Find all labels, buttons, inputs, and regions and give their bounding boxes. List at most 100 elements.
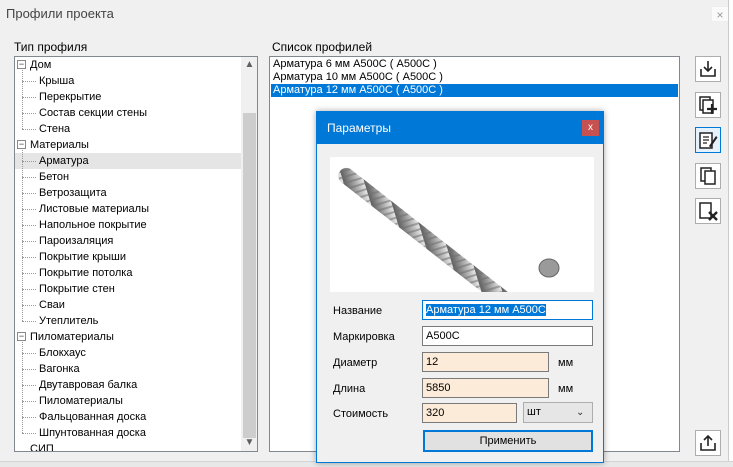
edit-profile-button[interactable] bbox=[695, 127, 721, 153]
tree-connector bbox=[22, 342, 23, 433]
delete-profile-icon bbox=[699, 202, 718, 221]
dialog-close-button[interactable]: x bbox=[582, 120, 599, 136]
tree-item-label: Утеплитель bbox=[39, 315, 99, 327]
tree-item-label: Покрытие потолка bbox=[39, 267, 133, 279]
cost-label: Стоимость bbox=[333, 408, 389, 420]
project-profiles-window: Профили проекта × Тип профиля Список про… bbox=[0, 0, 733, 467]
tree-item[interactable]: Состав секции стены bbox=[15, 105, 241, 121]
tree-item[interactable]: Листовые материалы bbox=[15, 201, 241, 217]
tree-item[interactable]: Двутавровая балка bbox=[15, 377, 241, 393]
tree-item[interactable]: Пароизаляция bbox=[15, 233, 241, 249]
add-profile-button[interactable] bbox=[695, 92, 721, 118]
right-panel-edge bbox=[728, 0, 733, 467]
tree-item-label: Вагонка bbox=[39, 363, 80, 375]
cost-unit-select[interactable]: шт ⌄ bbox=[523, 402, 593, 423]
collapse-icon[interactable]: − bbox=[17, 140, 26, 149]
tree-item[interactable]: Покрытие потолка bbox=[15, 265, 241, 281]
tree-item[interactable]: Покрытие стен bbox=[15, 281, 241, 297]
profile-type-tree[interactable]: ▲ ▼ − Дом Крыша Перекрытие Состав секции сте… bbox=[14, 56, 258, 452]
tree-item[interactable]: Покрытие крыши bbox=[15, 249, 241, 265]
tree-connector bbox=[22, 321, 36, 322]
tree-group[interactable]: − Материалы bbox=[15, 137, 241, 153]
length-field[interactable]: 5850 bbox=[422, 378, 549, 398]
scroll-thumb[interactable] bbox=[243, 113, 256, 438]
tree-item[interactable]: Перекрытие bbox=[15, 89, 241, 105]
import-button[interactable] bbox=[695, 56, 721, 82]
tree-item[interactable]: Шпунтованная доска bbox=[15, 425, 241, 441]
tree-item[interactable]: Напольное покрытие bbox=[15, 217, 241, 233]
tree-item[interactable]: Фальцованная доска bbox=[15, 409, 241, 425]
length-unit: мм bbox=[558, 383, 574, 395]
tree-item[interactable]: Вагонка bbox=[15, 361, 241, 377]
name-field[interactable]: Арматура 12 мм А500С bbox=[422, 300, 593, 320]
add-profile-icon bbox=[699, 96, 717, 114]
tree-item-label: Крыша bbox=[39, 75, 75, 87]
tree-item[interactable]: Крыша bbox=[15, 73, 241, 89]
scroll-up-icon[interactable]: ▲ bbox=[241, 57, 257, 73]
dialog-titlebar[interactable]: Параметры x bbox=[317, 112, 603, 144]
tree-connector bbox=[22, 70, 23, 129]
export-icon bbox=[700, 434, 716, 451]
tree-connector bbox=[22, 177, 36, 178]
window-close-button[interactable]: × bbox=[711, 6, 729, 22]
tree-item-label: Перекрытие bbox=[39, 91, 102, 103]
profile-list-item[interactable]: Арматура 6 мм А500С ( А500С ) bbox=[271, 58, 678, 71]
marking-field[interactable]: А500С bbox=[422, 326, 593, 346]
tree-item[interactable]: Блокхаус bbox=[15, 345, 241, 361]
tree-connector bbox=[22, 369, 36, 370]
tree-scrollbar[interactable]: ▲ ▼ bbox=[241, 57, 257, 451]
profile-list-label: Список профилей bbox=[272, 40, 373, 54]
tree-item[interactable]: Стена bbox=[15, 121, 241, 137]
import-icon bbox=[700, 61, 716, 77]
tree-group[interactable]: СИП bbox=[15, 441, 241, 451]
copy-profile-icon bbox=[700, 167, 716, 185]
collapse-icon[interactable]: − bbox=[17, 60, 26, 69]
scroll-down-icon[interactable]: ▼ bbox=[241, 435, 257, 451]
tree-connector bbox=[22, 289, 36, 290]
tree-connector bbox=[22, 353, 36, 354]
copy-profile-button[interactable] bbox=[695, 163, 721, 189]
rebar-image bbox=[330, 157, 594, 338]
tree-connector bbox=[22, 241, 36, 242]
profile-type-label: Тип профиля bbox=[14, 40, 88, 54]
tree-item[interactable]: Пиломатериалы bbox=[15, 393, 241, 409]
window-title: Профили проекта bbox=[6, 6, 114, 21]
delete-profile-button[interactable] bbox=[695, 198, 721, 224]
tree-item[interactable]: Арматура bbox=[15, 153, 241, 169]
tree-item-label: Листовые материалы bbox=[39, 203, 149, 215]
diameter-label: Диаметр bbox=[333, 357, 378, 369]
tree-item[interactable]: Утеплитель bbox=[15, 313, 241, 329]
export-button[interactable] bbox=[695, 430, 721, 456]
tree-item[interactable]: Бетон bbox=[15, 169, 241, 185]
tree-item-label: Шпунтованная доска bbox=[39, 427, 146, 439]
profile-list-item[interactable]: Арматура 12 мм А500С ( А500С ) bbox=[271, 84, 678, 97]
tree-item-label: Напольное покрытие bbox=[39, 219, 147, 231]
tree-connector bbox=[22, 417, 36, 418]
apply-button[interactable]: Применить bbox=[423, 430, 593, 452]
chevron-down-icon: ⌄ bbox=[576, 407, 585, 418]
diameter-unit: мм bbox=[558, 357, 574, 369]
tree-item[interactable]: Сваи bbox=[15, 297, 241, 313]
rebar-icon bbox=[338, 167, 560, 338]
parameters-dialog: Параметры x Название Арматура 12 мм А500… bbox=[316, 111, 604, 463]
diameter-field[interactable]: 12 bbox=[422, 352, 549, 372]
tree-item[interactable]: Ветрозащита bbox=[15, 185, 241, 201]
cost-field[interactable]: 320 bbox=[422, 403, 517, 423]
name-label: Название bbox=[333, 305, 383, 317]
tree-item-label: Сваи bbox=[39, 299, 65, 311]
tree-connector bbox=[22, 81, 36, 82]
tree-group[interactable]: − Дом bbox=[15, 57, 241, 73]
tree-connector bbox=[22, 305, 36, 306]
tree-group[interactable]: − Пиломатериалы bbox=[15, 329, 241, 345]
tree-item-label: Пароизаляция bbox=[39, 235, 114, 247]
profile-list-item[interactable]: Арматура 10 мм А500С ( А500С ) bbox=[271, 71, 678, 84]
cost-unit-value: шт bbox=[527, 406, 541, 418]
name-value: Арматура 12 мм А500С bbox=[426, 304, 546, 316]
collapse-icon[interactable]: − bbox=[17, 332, 26, 341]
tree-item-label: Двутавровая балка bbox=[39, 379, 138, 391]
marking-label: Маркировка bbox=[333, 331, 395, 343]
edit-profile-icon bbox=[699, 132, 718, 149]
tree-item-label: Бетон bbox=[39, 171, 70, 183]
tree-item-label: Стена bbox=[39, 123, 71, 135]
tree-item-label: Покрытие стен bbox=[39, 283, 115, 295]
